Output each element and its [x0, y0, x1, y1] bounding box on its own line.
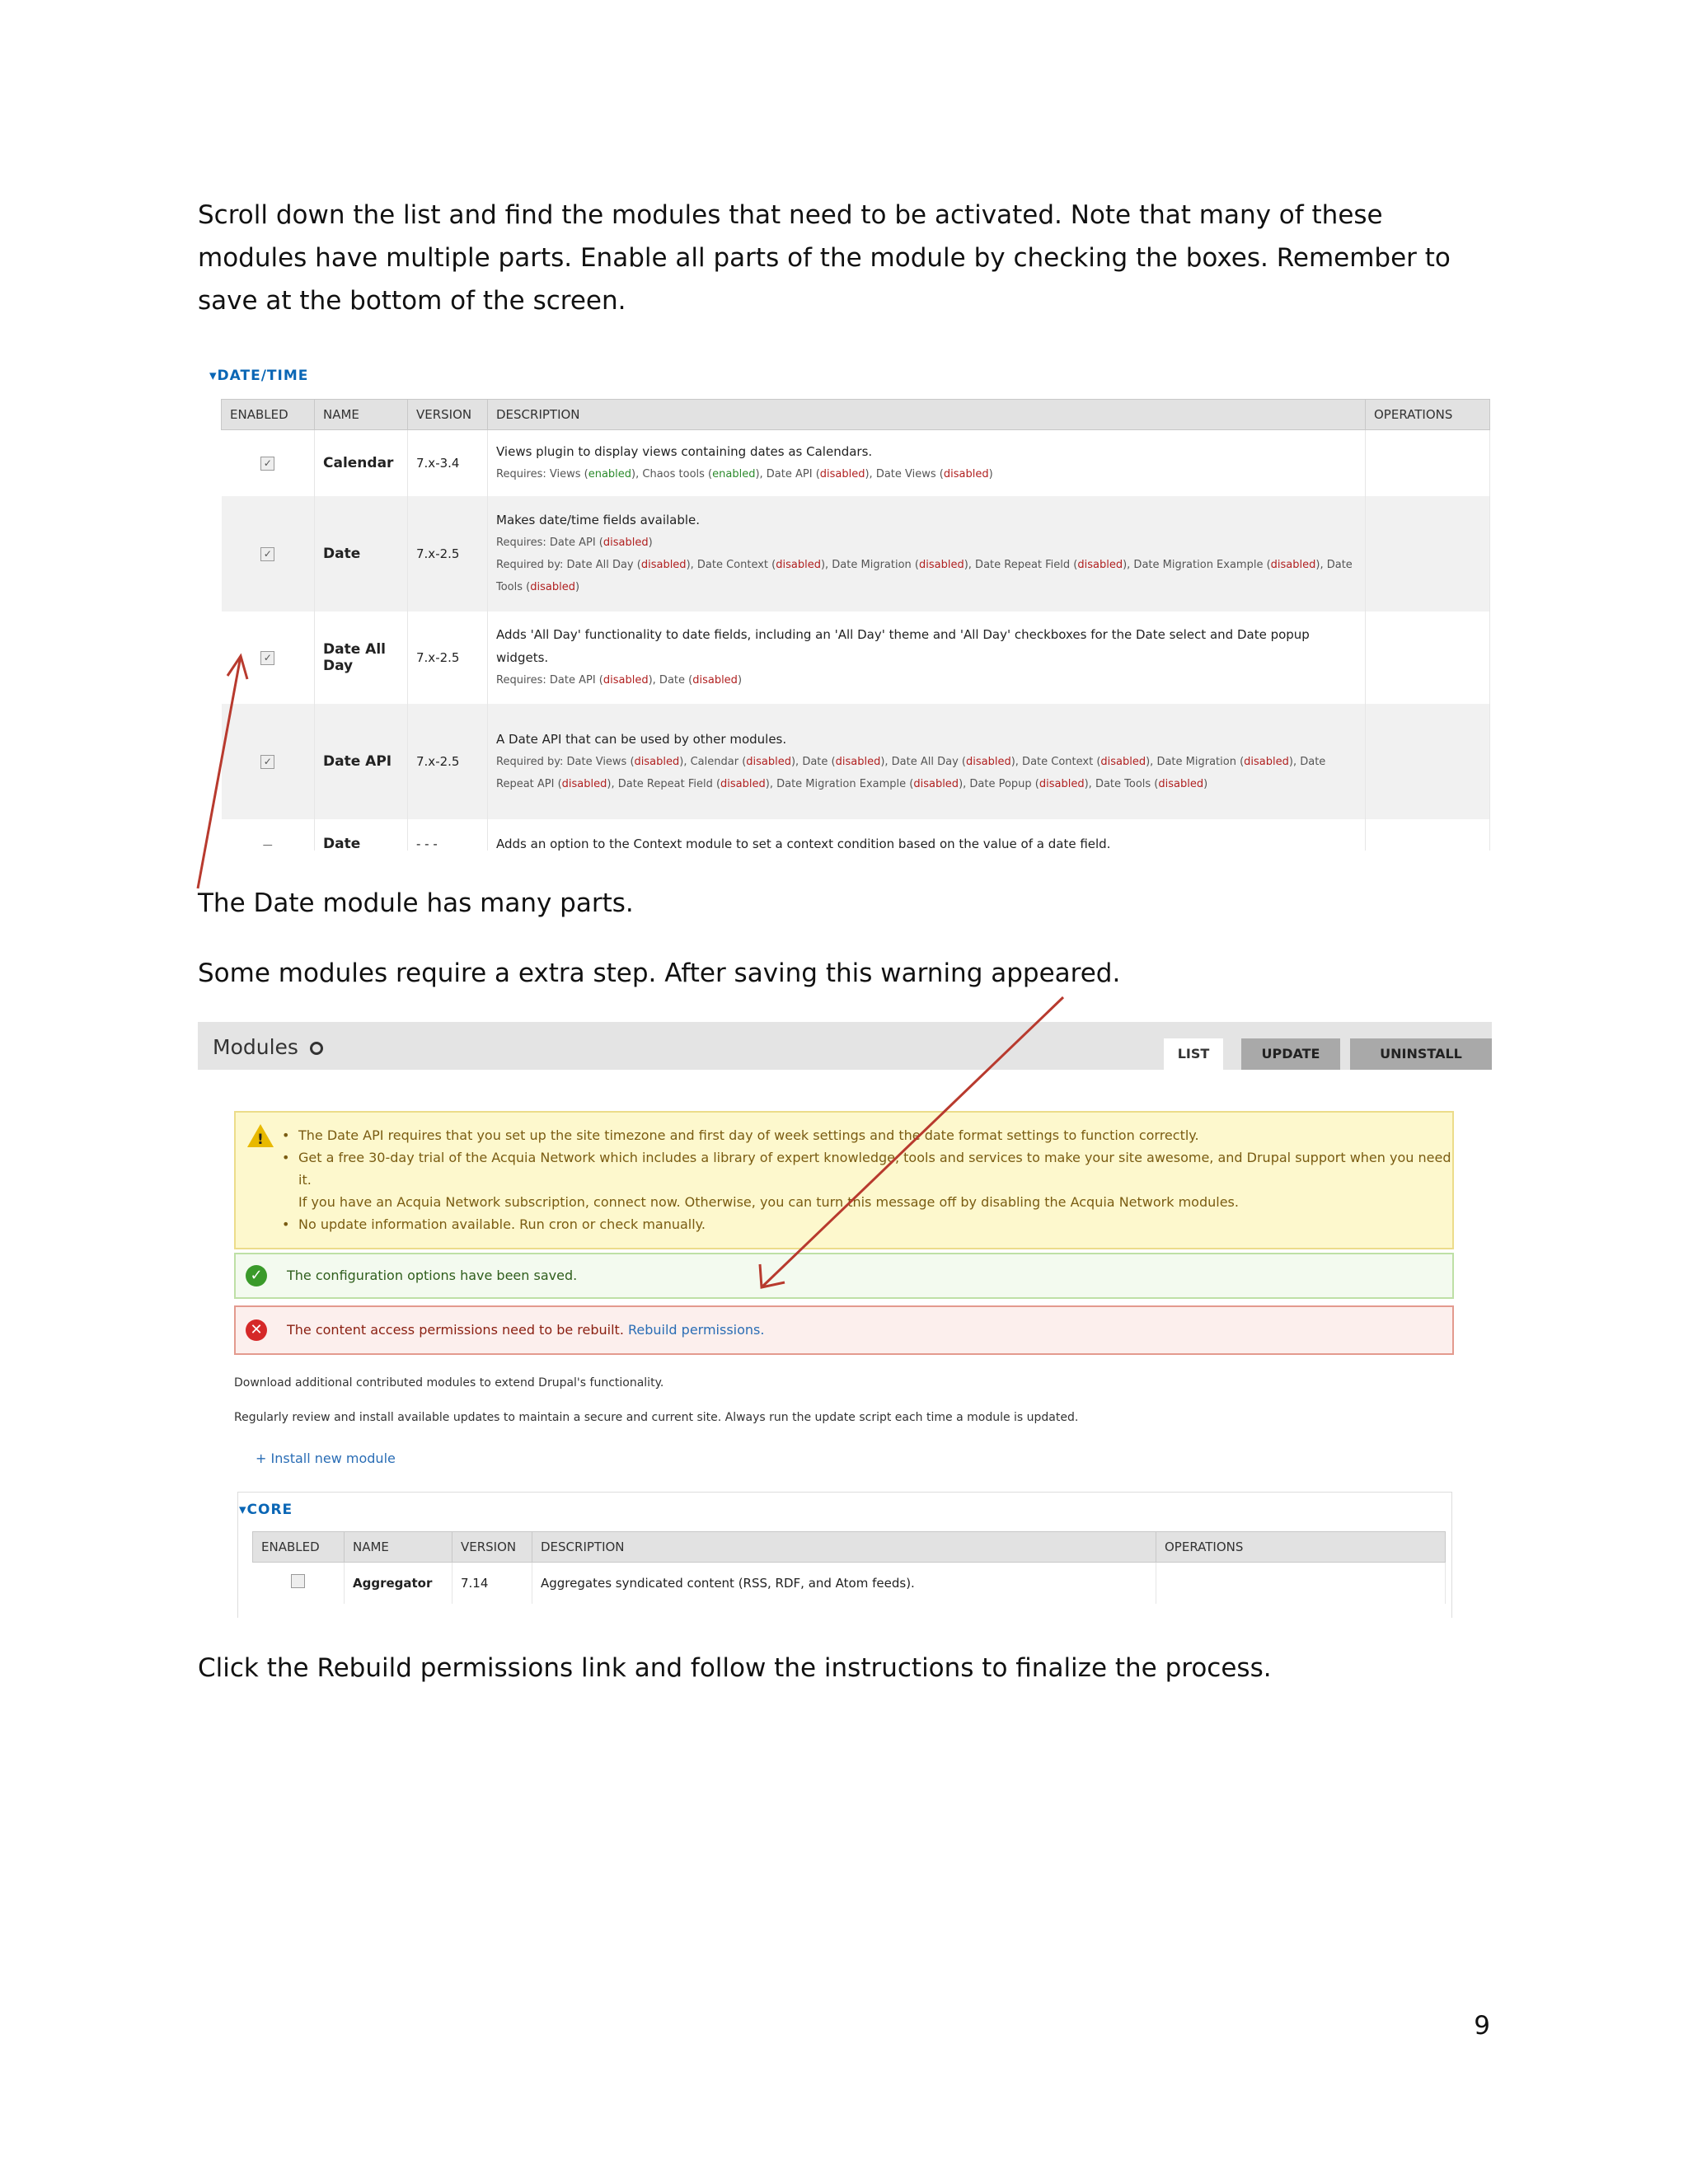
- table-row: ✓ Date 7.x-2.5 Makes date/time fields av…: [221, 495, 1490, 612]
- col-enabled: ENABLED: [221, 399, 315, 430]
- enable-checkbox[interactable]: ✓: [260, 457, 275, 471]
- table-row: ✓ Date API 7.x-2.5 A Date API that can b…: [221, 703, 1490, 819]
- module-version: 7.x-2.5: [407, 703, 488, 819]
- date-time-module-screenshot: ▾DATE/TIME ENABLED NAME VERSION DESCRIPT…: [204, 356, 1490, 851]
- shortcut-icon[interactable]: [309, 1042, 323, 1055]
- module-name: Date: [314, 818, 408, 851]
- col-description: DESCRIPTION: [487, 399, 1366, 430]
- intro-paragraph: Scroll down the list and find the module…: [198, 200, 1451, 316]
- enable-checkbox[interactable]: ✓: [260, 547, 275, 561]
- module-requirements: Requires: Views (enabled), Chaos tools (…: [496, 468, 993, 481]
- module-version: 7.14: [452, 1562, 532, 1604]
- module-description: Adds an option to the Context module to …: [496, 836, 1111, 851]
- rebuild-instructions: Click the Rebuild permissions link and f…: [198, 1653, 1272, 1683]
- table-row: ✓ Calendar 7.x-3.4 Views plugin to displ…: [221, 429, 1490, 496]
- table-row: ✓ Date All Day 7.x-2.5 Adds 'All Day' fu…: [221, 611, 1490, 704]
- module-name: Aggregator: [344, 1562, 452, 1604]
- module-version: 7.x-2.5: [407, 611, 488, 704]
- col-version: VERSION: [407, 399, 488, 430]
- warning-item: No update information available. Run cro…: [282, 1213, 1452, 1235]
- error-icon: ✕: [246, 1319, 267, 1341]
- check-icon: ✓: [246, 1265, 267, 1286]
- extra-step-paragraph: Some modules require a extra step. After…: [198, 958, 1121, 988]
- module-description: Views plugin to display views containing…: [496, 444, 873, 460]
- enable-checkbox[interactable]: ✓: [260, 651, 275, 665]
- core-group-title[interactable]: ▾CORE: [239, 1502, 293, 1518]
- col-name: NAME: [344, 1531, 452, 1563]
- modules-header-bar: Modules LIST UPDATE UNINSTALL: [198, 1022, 1492, 1070]
- module-version: 7.x-3.4: [407, 429, 488, 496]
- tab-uninstall[interactable]: UNINSTALL: [1350, 1038, 1492, 1070]
- tab-list[interactable]: LIST: [1164, 1038, 1223, 1070]
- module-version: - - -: [407, 818, 488, 851]
- module-description: Makes date/time fields available.: [496, 513, 701, 527]
- rebuild-permissions-link[interactable]: Rebuild permissions.: [628, 1322, 764, 1338]
- tab-update[interactable]: UPDATE: [1241, 1038, 1340, 1070]
- module-description: A Date API that can be used by other mod…: [496, 731, 787, 747]
- module-name: Calendar: [314, 429, 408, 496]
- warning-message-box: ! The Date API requires that you set up …: [234, 1111, 1454, 1249]
- install-new-module-link[interactable]: + Install new module: [256, 1451, 396, 1466]
- warning-item: If you have an Acquia Network subscripti…: [298, 1194, 1239, 1210]
- module-required-by: Required by: Date All Day (disabled), Da…: [496, 559, 1353, 593]
- col-name: NAME: [314, 399, 408, 430]
- table-row: Aggregator 7.14 Aggregates syndicated co…: [252, 1562, 1446, 1604]
- error-text: The content access permissions need to b…: [287, 1322, 765, 1338]
- col-version: VERSION: [452, 1531, 532, 1563]
- module-requirements: Requires: Date API (disabled): [496, 537, 653, 549]
- page-title: Modules: [213, 1035, 323, 1059]
- error-message: ✕ The content access permissions need to…: [234, 1305, 1454, 1355]
- module-description: Aggregates syndicated content (RSS, RDF,…: [532, 1562, 1156, 1604]
- module-name: Date API: [314, 703, 408, 819]
- page-number: 9: [1474, 2011, 1490, 2041]
- modules-page-screenshot: Modules LIST UPDATE UNINSTALL ! The Date…: [198, 1022, 1492, 1618]
- caption-date-module: The Date module has many parts.: [198, 888, 634, 918]
- table-row: — Date - - - Adds an option to the Conte…: [221, 818, 1490, 851]
- module-description: Adds 'All Day' functionality to date fie…: [496, 627, 1310, 665]
- enable-checkbox[interactable]: [291, 1574, 306, 1589]
- col-operations: OPERATIONS: [1156, 1531, 1446, 1563]
- module-version: 7.x-2.5: [407, 495, 488, 612]
- col-operations: OPERATIONS: [1365, 399, 1490, 430]
- date-time-group-title[interactable]: ▾DATE/TIME: [209, 368, 308, 384]
- enable-checkbox[interactable]: —: [261, 839, 274, 851]
- module-required-by: Required by: Date Views (disabled), Cale…: [496, 755, 1326, 790]
- date-time-module-table: ENABLED NAME VERSION DESCRIPTION OPERATI…: [221, 399, 1490, 851]
- download-info: Download additional contributed modules …: [234, 1376, 664, 1390]
- col-description: DESCRIPTION: [532, 1531, 1156, 1563]
- enable-checkbox[interactable]: ✓: [260, 755, 275, 769]
- status-message: ✓ The configuration options have been sa…: [234, 1253, 1454, 1299]
- col-enabled: ENABLED: [252, 1531, 345, 1563]
- updates-info: Regularly review and install available u…: [234, 1411, 1079, 1424]
- module-requirements: Requires: Date API (disabled), Date (dis…: [496, 674, 743, 687]
- warning-item: The Date API requires that you set up th…: [282, 1124, 1452, 1146]
- warning-item: Get a free 30-day trial of the Acquia Ne…: [282, 1146, 1452, 1191]
- status-text: The configuration options have been save…: [287, 1268, 578, 1283]
- module-name: Date: [314, 495, 408, 612]
- module-name: Date All Day: [314, 611, 408, 704]
- core-module-table: ENABLED NAME VERSION DESCRIPTION OPERATI…: [252, 1531, 1446, 1604]
- warning-icon: !: [247, 1124, 274, 1148]
